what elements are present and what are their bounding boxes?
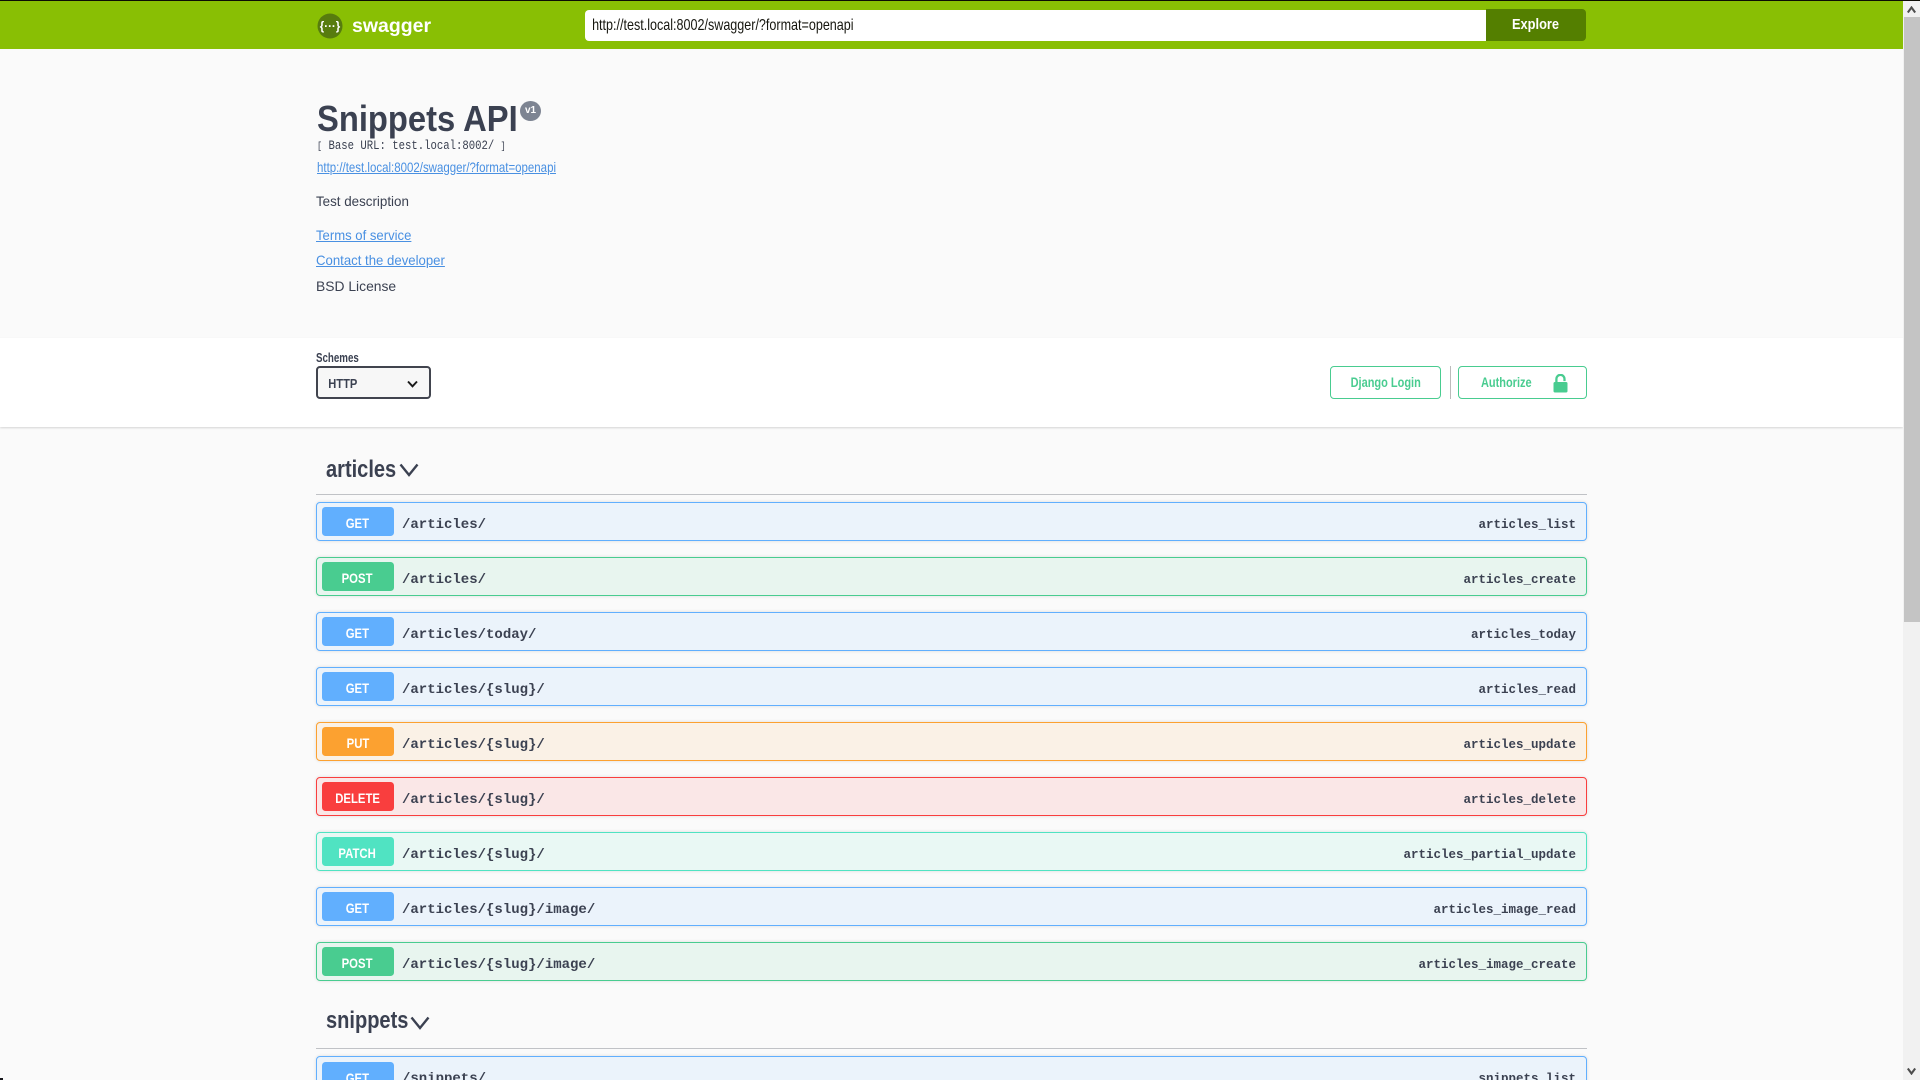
svg-text:{···}: {···}	[320, 21, 341, 33]
